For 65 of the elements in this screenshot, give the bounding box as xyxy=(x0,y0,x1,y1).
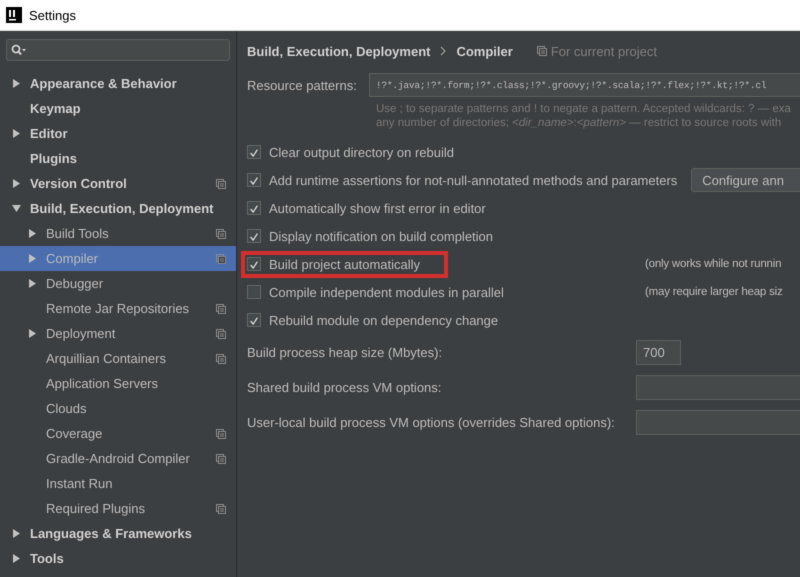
checkbox[interactable] xyxy=(247,201,261,215)
option-note: (may require larger heap siz xyxy=(645,286,784,298)
sidebar-item[interactable]: Debugger xyxy=(0,271,236,296)
collapsed-arrow-icon[interactable] xyxy=(28,279,37,288)
resource-patterns-field[interactable]: !?*.java;!?*.form;!?*.class;!?*.groovy;!?*.scala;!?*.flex;!?*.kt;!?*.cl xyxy=(368,73,800,97)
sidebar-item[interactable]: Build Tools xyxy=(0,221,236,246)
checkbox-label[interactable]: Display notification on build completion xyxy=(269,228,494,244)
sidebar-item[interactable]: Tools xyxy=(0,546,236,571)
collapsed-arrow-icon[interactable] xyxy=(12,529,21,538)
sidebar-item[interactable]: Build, Execution, Deployment xyxy=(0,196,236,221)
window-title: Settings xyxy=(29,8,76,22)
collapsed-arrow-icon[interactable] xyxy=(12,79,21,88)
sidebar-item[interactable]: Instant Run xyxy=(0,471,236,496)
input-field[interactable] xyxy=(636,410,800,435)
configure-button[interactable]: Configure ann xyxy=(691,168,800,192)
field-label: Build process heap size (Mbytes): xyxy=(247,345,444,360)
sidebar-item[interactable]: Application Servers xyxy=(0,371,236,396)
sidebar-item[interactable]: Required Plugins xyxy=(0,496,236,521)
checkbox-label[interactable]: Rebuild module on dependency change xyxy=(269,312,498,328)
breadcrumb-item: Build, Execution, Deployment xyxy=(247,44,430,58)
sidebar-item[interactable]: Gradle-Android Compiler xyxy=(0,446,236,471)
sidebar-item[interactable]: Plugins xyxy=(0,146,236,171)
hint-text: Use ; to separate patterns and ! to negate a pattern. Accepted wildcards: ? — exa xyxy=(376,102,792,116)
option-note: (only works while not runnin xyxy=(645,258,782,270)
collapsed-arrow-icon[interactable] xyxy=(12,129,21,138)
checkbox-label[interactable]: Automatically show first error in editor xyxy=(269,200,486,216)
expanded-arrow-icon[interactable] xyxy=(12,204,21,213)
field-label: Shared build process VM options: xyxy=(247,380,442,395)
input-field[interactable] xyxy=(636,375,800,400)
checkbox[interactable] xyxy=(247,145,261,159)
sidebar-item[interactable]: Editor xyxy=(0,121,236,146)
collapsed-arrow-icon[interactable] xyxy=(28,229,37,238)
checkbox-label[interactable]: Build project automatically xyxy=(269,256,420,272)
breadcrumb-separator-icon xyxy=(440,46,446,56)
search-field[interactable] xyxy=(6,39,230,61)
sidebar-item[interactable]: Deployment xyxy=(0,321,236,346)
sidebar-item[interactable]: Version Control xyxy=(0,171,236,196)
checkbox[interactable] xyxy=(247,173,261,187)
hint-text: any number of directories; <dir_name>:<pattern> — restrict to source roots with xyxy=(376,116,782,130)
input-field[interactable]: 700 xyxy=(636,340,681,365)
sidebar-item[interactable]: Languages & Frameworks xyxy=(0,521,236,546)
app-logo-icon xyxy=(6,7,22,23)
checkbox-label[interactable]: Add runtime assertions for not-null-annotated methods and parameters xyxy=(269,172,678,188)
sidebar-item[interactable]: Remote Jar Repositories xyxy=(0,296,236,321)
checkbox[interactable] xyxy=(247,313,261,327)
checkbox[interactable] xyxy=(247,285,261,299)
sidebar-item[interactable]: Clouds xyxy=(0,396,236,421)
field-label: Resource patterns: xyxy=(247,78,357,92)
checkbox-label[interactable]: Compile independent modules in parallel xyxy=(269,284,504,300)
search-icon[interactable] xyxy=(11,44,27,56)
sidebar-item[interactable]: Keymap xyxy=(0,96,236,121)
collapsed-arrow-icon[interactable] xyxy=(28,254,37,263)
sidebar-item[interactable]: Coverage xyxy=(0,421,236,446)
checkbox-label[interactable]: Clear output directory on rebuild xyxy=(269,144,454,160)
collapsed-arrow-icon[interactable] xyxy=(28,329,37,338)
sidebar-item[interactable]: Arquillian Containers xyxy=(0,346,236,371)
checkbox[interactable] xyxy=(247,229,261,243)
scope-label: For current project xyxy=(550,44,658,58)
sidebar-item[interactable]: Appearance & Behavior xyxy=(0,71,236,96)
collapsed-arrow-icon[interactable] xyxy=(12,179,21,188)
project-scope-icon xyxy=(536,46,547,56)
collapsed-arrow-icon[interactable] xyxy=(12,554,21,563)
field-label: User-local build process VM options (overrides Shared options): xyxy=(247,415,616,430)
checkbox[interactable] xyxy=(247,257,261,271)
breadcrumb-item: Compiler xyxy=(456,44,513,58)
